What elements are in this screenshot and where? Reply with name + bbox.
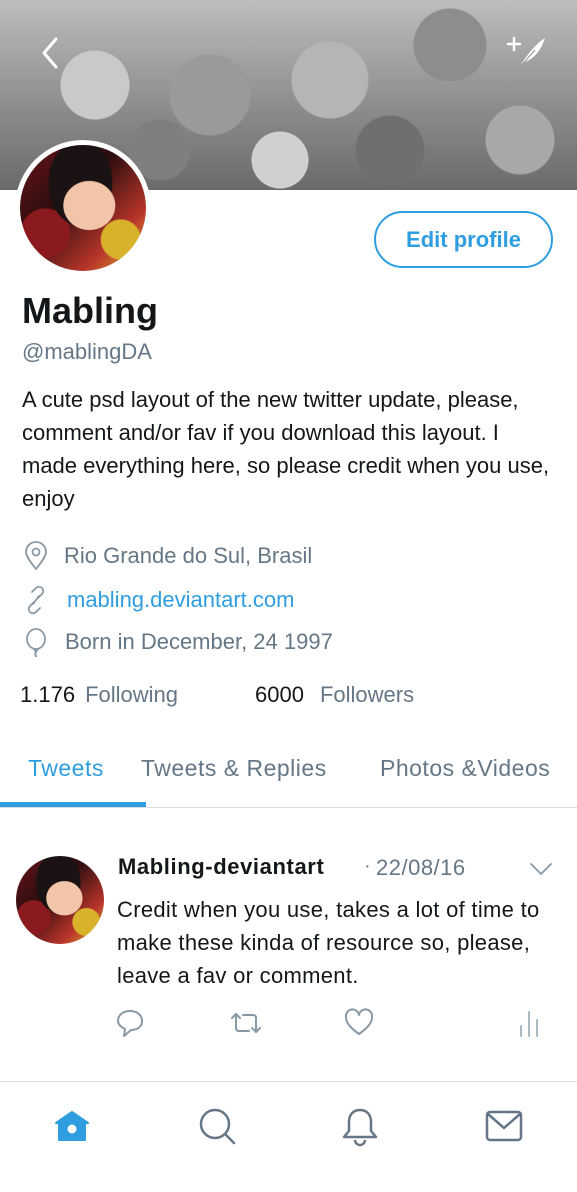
edit-profile-button[interactable]: Edit profile [374, 211, 553, 268]
chevron-down-icon[interactable] [528, 858, 554, 880]
profile-handle: @mablingDA [22, 339, 152, 364]
location-row: Rio Grande do Sul, Brasil [22, 541, 312, 571]
balloon-icon [26, 628, 46, 657]
website-row: mabling.deviantart.com [22, 585, 294, 615]
birthday-row: Born in December, 24 1997 [22, 627, 333, 657]
like-heart-icon[interactable] [344, 1008, 374, 1043]
messages-envelope-icon[interactable] [484, 1106, 524, 1151]
link-icon [27, 585, 45, 615]
location-pin-icon [25, 541, 47, 571]
following-label: Following [85, 682, 178, 707]
profile-avatar-image [20, 145, 146, 271]
analytics-icon[interactable] [518, 1008, 540, 1043]
tab-photos-videos[interactable]: Photos &Videos [380, 755, 550, 782]
following-count: 1.176 [20, 682, 76, 707]
follow-counts: 1.176 Following 6000 Followers [20, 682, 414, 708]
followers-count: 6000 [255, 682, 304, 707]
profile-tabs: Tweets Tweets & Replies Photos &Videos [0, 740, 577, 808]
followers-count-link[interactable]: 6000 Followers [255, 682, 414, 708]
tab-tweets-replies[interactable]: Tweets & Replies [141, 755, 327, 782]
search-icon[interactable] [197, 1106, 239, 1153]
reply-icon[interactable] [116, 1008, 144, 1043]
tweet-avatar[interactable] [16, 856, 104, 944]
location-text: Rio Grande do Sul, Brasil [64, 543, 313, 568]
retweet-icon[interactable] [229, 1008, 263, 1043]
profile-bio: A cute psd layout of the new twitter upd… [22, 387, 550, 511]
followers-label: Followers [319, 682, 415, 707]
tab-tweets[interactable]: Tweets [28, 755, 104, 782]
tweet-separator: · [364, 855, 371, 877]
profile-name: Mabling [22, 290, 158, 331]
back-chevron-left-icon[interactable] [36, 36, 66, 70]
following-count-link[interactable]: 1.176 Following [20, 682, 178, 708]
home-icon[interactable] [52, 1106, 92, 1151]
birthday-text: Born in December, 24 1997 [65, 629, 333, 654]
bottom-nav-divider [0, 1081, 577, 1082]
tweet-author-name[interactable]: Mabling-deviantart [118, 854, 324, 880]
tweet-text: Credit when you use, takes a lot of time… [117, 897, 540, 988]
tweet-date: 22/08/16 [376, 855, 466, 880]
tweet-avatar-image [16, 856, 104, 944]
notifications-bell-icon[interactable] [340, 1106, 380, 1153]
website-link[interactable]: mabling.deviantart.com [67, 587, 294, 613]
active-tab-indicator [0, 802, 146, 807]
compose-feather-icon[interactable] [505, 32, 547, 72]
profile-avatar[interactable] [15, 140, 151, 276]
